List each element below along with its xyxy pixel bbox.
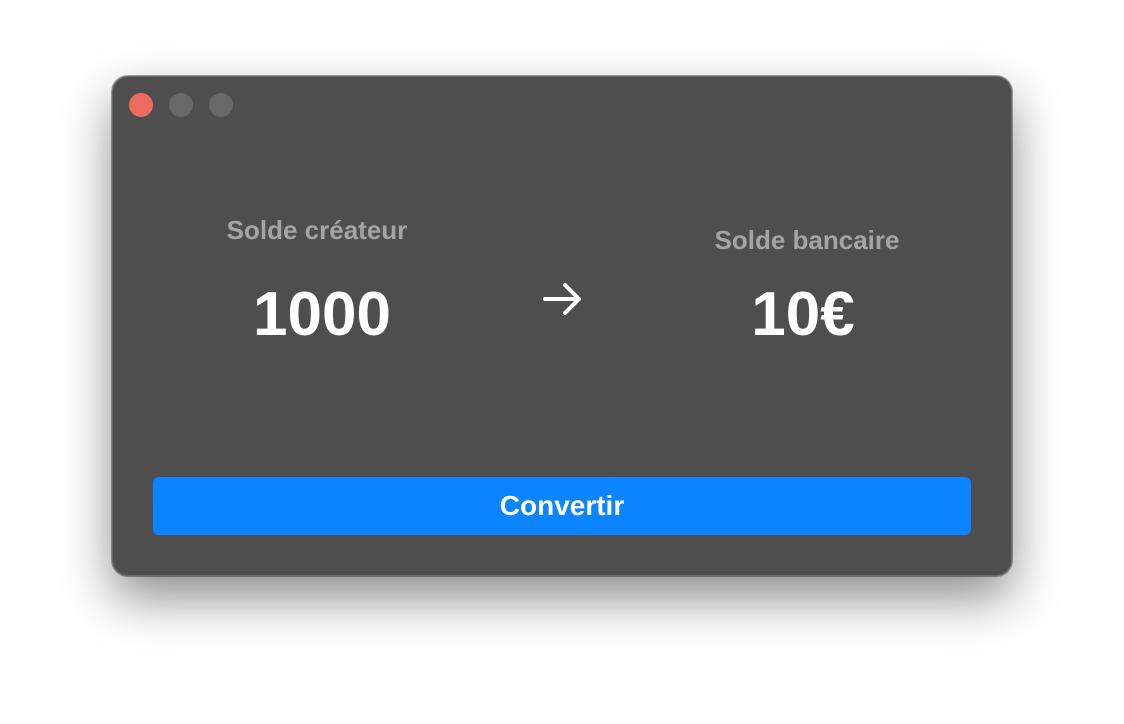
minimize-window-button[interactable] <box>169 93 193 117</box>
app-window: Solde créateur 1000 Solde bancaire 10€ C… <box>112 76 1012 576</box>
source-balance-label: Solde créateur <box>226 215 408 245</box>
arrow-right-icon <box>543 283 581 315</box>
window-controls <box>129 93 233 117</box>
close-window-button[interactable] <box>129 93 153 117</box>
maximize-window-button[interactable] <box>209 93 233 117</box>
target-balance-label: Solde bancaire <box>714 225 900 255</box>
source-balance-value: 1000 <box>253 280 391 349</box>
target-balance-value: 10€ <box>751 280 855 349</box>
convert-button[interactable]: Convertir <box>153 477 971 535</box>
